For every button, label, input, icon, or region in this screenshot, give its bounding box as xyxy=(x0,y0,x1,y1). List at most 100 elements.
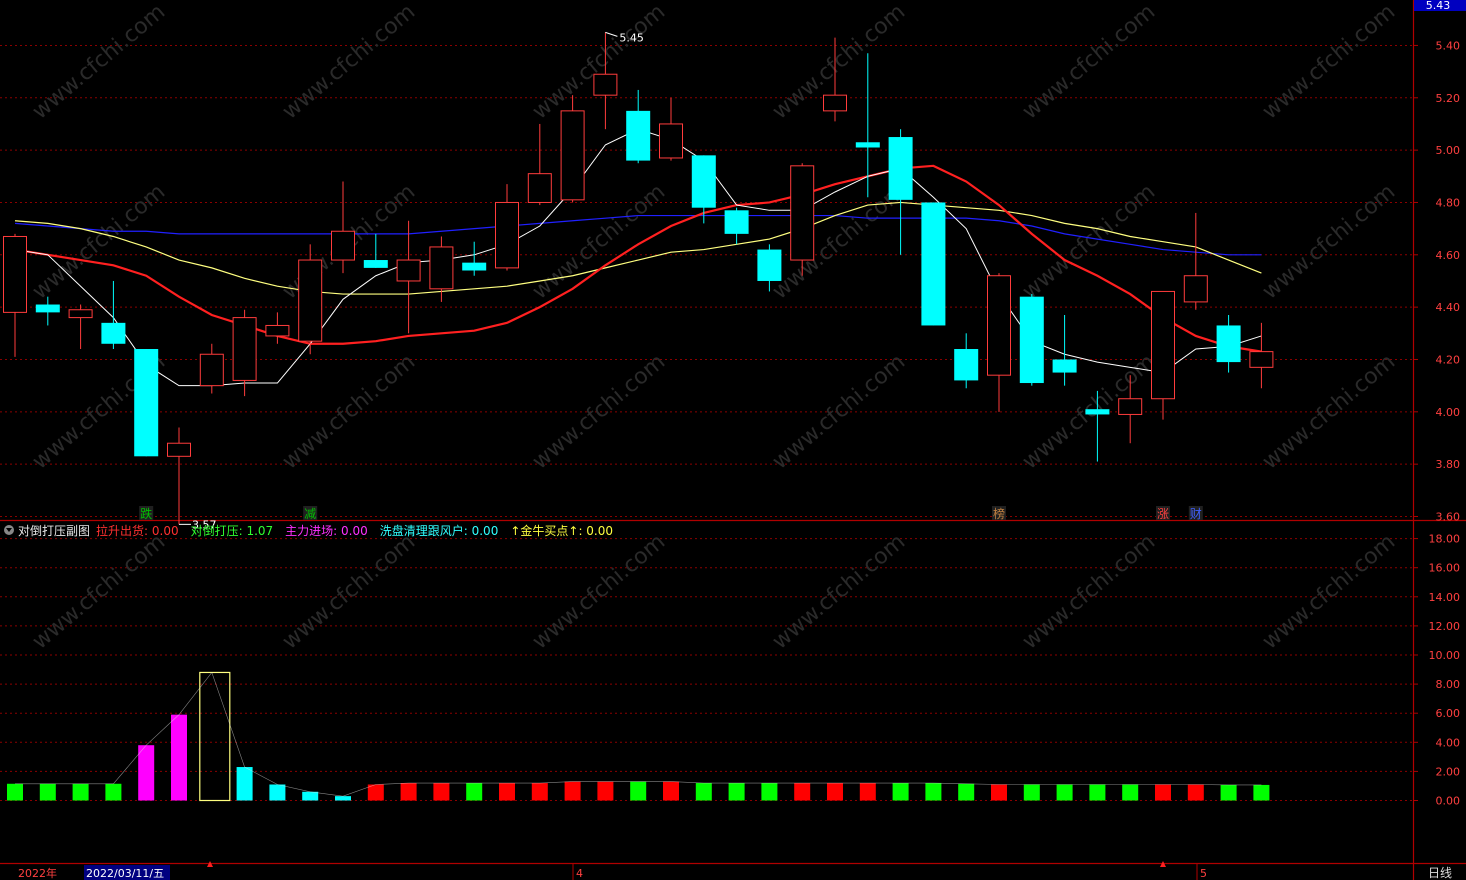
sub-bar xyxy=(859,783,876,801)
candle xyxy=(134,349,159,457)
event-marker: 涨 xyxy=(1157,506,1169,521)
candle-body xyxy=(757,249,782,281)
sub-bar xyxy=(1187,784,1204,801)
sub-bar xyxy=(564,781,581,801)
sub-bar xyxy=(1056,784,1073,801)
candle-body xyxy=(1183,275,1208,303)
sub-bar xyxy=(1155,784,1171,801)
stock-chart[interactable]: www.cfchi.com www.cfchi.com www.cfchi.com w… xyxy=(0,0,1466,880)
candle-body xyxy=(265,324,290,337)
sub-bar xyxy=(499,783,515,801)
price-tick-label: 4.00 xyxy=(1436,406,1461,419)
candle-body xyxy=(626,110,651,161)
legend-item-lasheng: 拉升出货: 0.00 xyxy=(96,523,179,538)
candle-body xyxy=(3,235,27,313)
sub-bar xyxy=(827,783,843,801)
sub-bar xyxy=(39,783,56,801)
cursor-date-label: 2022/03/11/五 xyxy=(86,867,164,880)
candle-body xyxy=(134,349,159,457)
candle-body xyxy=(232,317,257,381)
sub-tick-label: 10.00 xyxy=(1429,649,1461,662)
sub-bar xyxy=(433,783,450,801)
event-marker: 跌 xyxy=(140,506,152,521)
sub-bar xyxy=(1253,784,1270,801)
price-tick-label: 5.20 xyxy=(1436,92,1461,105)
candle xyxy=(298,244,323,355)
sub-bar xyxy=(7,783,23,801)
sub-bar xyxy=(302,791,319,801)
candle-body xyxy=(396,259,421,282)
legend-item-jinniu: ↑金牛买点↑: 0.00 xyxy=(510,523,614,538)
sub-bar xyxy=(138,745,155,801)
candle-body xyxy=(987,275,1011,376)
sub-bar xyxy=(335,796,351,801)
candle xyxy=(790,163,815,276)
sub-bar xyxy=(171,714,187,801)
period-label: 日线 xyxy=(1428,866,1452,880)
legend-item-zhuli: 主力进场: 0.00 xyxy=(285,523,368,538)
candle-body xyxy=(954,349,979,381)
sub-bar xyxy=(892,783,909,801)
candle-body xyxy=(823,94,847,112)
candle-body xyxy=(659,123,683,159)
candle-body xyxy=(1151,290,1175,400)
price-tick-label: 4.60 xyxy=(1436,249,1461,262)
sub-bar xyxy=(761,783,778,801)
sub-bar xyxy=(367,784,384,801)
last-price-label: 5.43 xyxy=(1426,0,1451,12)
candle-body xyxy=(199,353,224,387)
candle-body xyxy=(462,262,487,271)
legend-item-duidao: 对倒打压: 1.07 xyxy=(190,523,274,538)
candle-body xyxy=(1249,351,1274,368)
candle-body xyxy=(921,202,946,326)
candle-body xyxy=(1052,359,1077,373)
sub-bar xyxy=(236,767,253,801)
sub-bar xyxy=(1089,784,1106,801)
candle-body xyxy=(35,304,60,313)
event-marker: 减 xyxy=(304,507,316,521)
candle-body xyxy=(167,442,191,457)
background xyxy=(0,0,1466,880)
candle-body xyxy=(298,259,323,342)
sub-bar xyxy=(728,783,745,801)
sub-bar xyxy=(794,783,811,801)
sub-bar xyxy=(695,783,712,801)
candle-body xyxy=(1019,296,1044,384)
price-tick-label: 5.40 xyxy=(1436,39,1461,52)
indicator-title[interactable]: 对倒打压副图 xyxy=(18,522,90,539)
candle-body xyxy=(101,322,126,344)
candle xyxy=(560,95,585,203)
sub-bar xyxy=(1023,784,1040,801)
month-label: 5 xyxy=(1200,867,1207,880)
candle-body xyxy=(495,201,519,269)
collapse-icon[interactable] xyxy=(4,525,14,535)
sub-bar xyxy=(925,783,942,801)
candle-body xyxy=(560,110,585,201)
price-tick-label: 4.20 xyxy=(1436,353,1461,366)
candle-body xyxy=(888,137,913,200)
candle-body xyxy=(593,73,618,96)
sub-tick-label: 14.00 xyxy=(1429,591,1461,604)
candle-body xyxy=(429,246,454,290)
sub-bar xyxy=(72,783,89,801)
sub-bar xyxy=(269,784,286,801)
candle-body xyxy=(527,173,552,203)
price-tick-label: 4.80 xyxy=(1436,196,1461,209)
legend-item-xipan: 洗盘清理跟风户: 0.00 xyxy=(379,523,499,538)
price-tick-label: 3.60 xyxy=(1436,511,1461,524)
sub-bar xyxy=(630,781,647,801)
sub-tick-label: 0.00 xyxy=(1436,795,1461,808)
sub-tick-label: 6.00 xyxy=(1436,707,1461,720)
candle xyxy=(921,202,946,326)
sub-tick-label: 16.00 xyxy=(1429,562,1461,575)
sub-tick-label: 12.00 xyxy=(1429,620,1461,633)
price-tick-label: 5.00 xyxy=(1436,144,1461,157)
event-marker: 财 xyxy=(1190,507,1202,521)
sub-tick-label: 8.00 xyxy=(1436,678,1461,691)
candle-body xyxy=(790,165,815,261)
sub-bar xyxy=(597,781,614,801)
price-tick-label: 3.80 xyxy=(1436,458,1461,471)
sub-bar xyxy=(400,783,417,801)
candle-body xyxy=(724,210,749,234)
sub-bar xyxy=(1122,784,1139,801)
